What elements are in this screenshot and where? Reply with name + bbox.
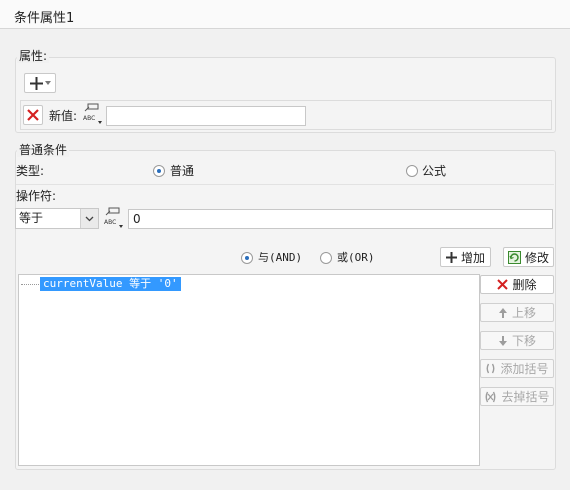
add-attribute-button[interactable] [24, 73, 56, 93]
move-up-label: 上移 [511, 306, 536, 320]
type-label: 类型: [16, 164, 45, 178]
add-brackets-label: 添加括号 [500, 362, 549, 376]
move-down-button[interactable]: 下移 [480, 331, 554, 350]
svg-text:ABC: ABC [83, 115, 95, 122]
delete-condition-button[interactable]: 删除 [480, 275, 554, 294]
logic-and-label[interactable]: 与(AND) [258, 251, 302, 265]
remove-attribute-button[interactable] [23, 105, 43, 125]
add-brackets-button[interactable]: 添加括号 [480, 359, 554, 378]
tree-connector [21, 283, 39, 285]
type-normal-radio[interactable] [153, 165, 165, 177]
move-down-label: 下移 [511, 334, 536, 348]
operator-dropdown-button[interactable] [80, 209, 98, 228]
remove-brackets-button[interactable]: 去掉括号 [480, 387, 554, 406]
modify-icon [507, 250, 521, 264]
condition-list[interactable]: currentValue 等于 '0' [18, 274, 480, 466]
type-formula-label[interactable]: 公式 [422, 164, 446, 178]
red-x-icon [497, 279, 509, 290]
operator-select-value: 等于 [19, 211, 44, 225]
remove-brackets-label: 去掉括号 [501, 390, 550, 404]
operand-type-button[interactable]: ABC [103, 207, 125, 229]
list-item-text: currentValue 等于 '0' [40, 277, 181, 291]
move-up-button[interactable]: 上移 [480, 303, 554, 322]
svg-text:ABC: ABC [104, 219, 116, 226]
arrow-up-icon [498, 307, 507, 318]
attributes-group-label: 属性: [17, 49, 50, 63]
abc-type-icon: ABC [83, 103, 102, 124]
dropdown-arrow-icon [44, 81, 51, 85]
conditions-group-label: 普通条件 [17, 143, 70, 157]
logic-or-label[interactable]: 或(OR) [337, 251, 375, 265]
plus-icon [445, 251, 457, 263]
delete-condition-label: 删除 [512, 278, 537, 292]
new-value-input[interactable] [106, 106, 306, 126]
type-formula-radio[interactable] [406, 165, 418, 177]
type-normal-label[interactable]: 普通 [170, 164, 194, 178]
dialog-title: 条件属性1 [14, 11, 75, 26]
add-condition-label: 增加 [460, 250, 485, 265]
list-item[interactable]: currentValue 等于 '0' [21, 277, 181, 291]
operand-value-input[interactable]: 0 [128, 209, 553, 229]
operator-select[interactable]: 等于 [15, 208, 99, 229]
remove-brackets-icon [486, 391, 496, 402]
red-x-icon [27, 109, 39, 121]
abc-type-icon: ABC [104, 207, 123, 228]
brackets-icon [487, 363, 495, 374]
chevron-down-icon [85, 216, 94, 221]
modify-condition-button[interactable]: 修改 [503, 247, 554, 267]
logic-or-radio[interactable] [320, 252, 332, 264]
separator [16, 184, 554, 185]
dialog-title-bar: 条件属性1 [0, 0, 570, 29]
add-condition-button[interactable]: 增加 [440, 247, 491, 267]
arrow-down-icon [498, 335, 507, 346]
operator-label: 操作符: [16, 189, 57, 203]
logic-and-radio[interactable] [241, 252, 253, 264]
value-type-button[interactable]: ABC [82, 103, 104, 125]
modify-condition-label: 修改 [524, 250, 549, 265]
new-value-label: 新值: [49, 109, 78, 123]
plus-icon [29, 76, 43, 90]
